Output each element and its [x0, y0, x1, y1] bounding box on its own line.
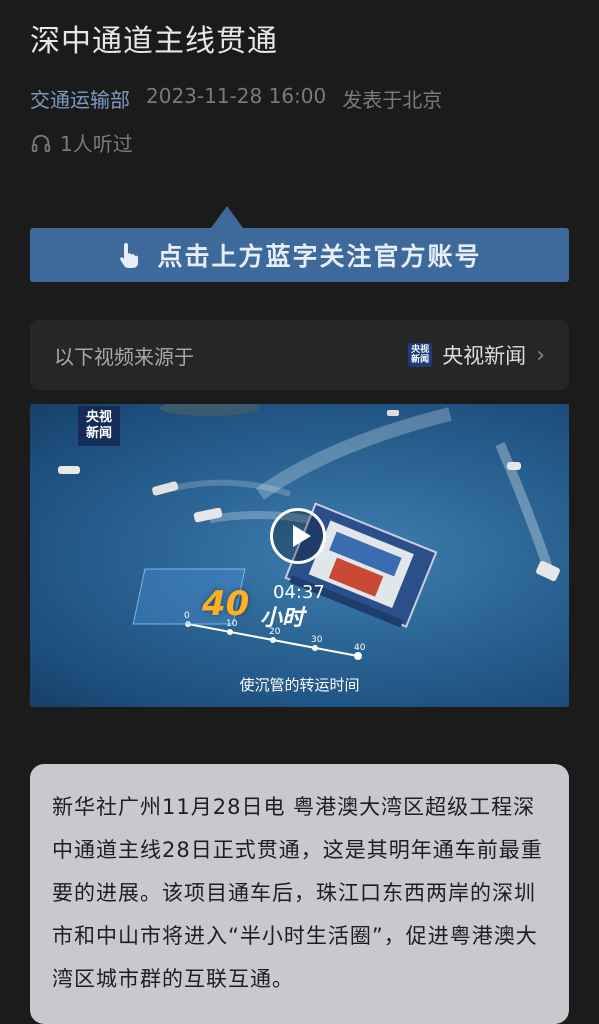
scale-tick-label: 0	[184, 611, 190, 621]
article-meta: 交通运输部 2023-11-28 16:00 发表于北京	[30, 84, 442, 113]
video-caption: 使沉管的转运时间	[239, 676, 360, 694]
banner-pointer	[211, 206, 243, 228]
headphones-icon	[31, 134, 51, 152]
video-player[interactable]: 0 10 20 30 40 央视 新闻 40 小时 04:37 使沉管的转运时间	[30, 404, 569, 707]
follow-account-banner[interactable]: 点击上方蓝字关注官方账号	[30, 228, 569, 282]
listen-count[interactable]: 1人听过	[30, 128, 133, 157]
video-duration: 04:37	[273, 582, 325, 603]
video-source-card[interactable]: 以下视频来源于 央视 新闻 央视新闻 ›	[30, 320, 569, 390]
channel-link[interactable]: 央视 新闻 央视新闻 ›	[408, 340, 545, 370]
article-body: 新华社广州11月28日电 粤港澳大湾区超级工程深中通道主线28日正式贯通，这是其…	[30, 764, 569, 1024]
cctv-watermark: 央视 新闻	[78, 406, 120, 446]
publish-time: 2023-11-28 16:00	[146, 84, 327, 108]
publish-location: 发表于北京	[342, 88, 443, 112]
overlay-unit: 小时	[260, 606, 305, 631]
hand-pointer-icon	[120, 243, 139, 268]
follow-banner-text: 点击上方蓝字关注官方账号	[157, 242, 482, 271]
video-source-label: 以下视频来源于	[54, 344, 194, 369]
play-icon[interactable]	[270, 508, 326, 564]
overlay-number: 40	[202, 584, 250, 624]
source-link[interactable]: 交通运输部	[30, 84, 130, 113]
scale-tick-label: 40	[354, 643, 366, 653]
article-title: 深中通道主线贯通	[30, 24, 278, 59]
chevron-right-icon: ›	[536, 342, 545, 368]
listen-count-text: 1人听过	[60, 132, 133, 156]
cctv-news-logo: 央视 新闻	[408, 343, 433, 367]
channel-name: 央视新闻	[442, 344, 527, 368]
scale-tick-label: 30	[311, 635, 323, 645]
